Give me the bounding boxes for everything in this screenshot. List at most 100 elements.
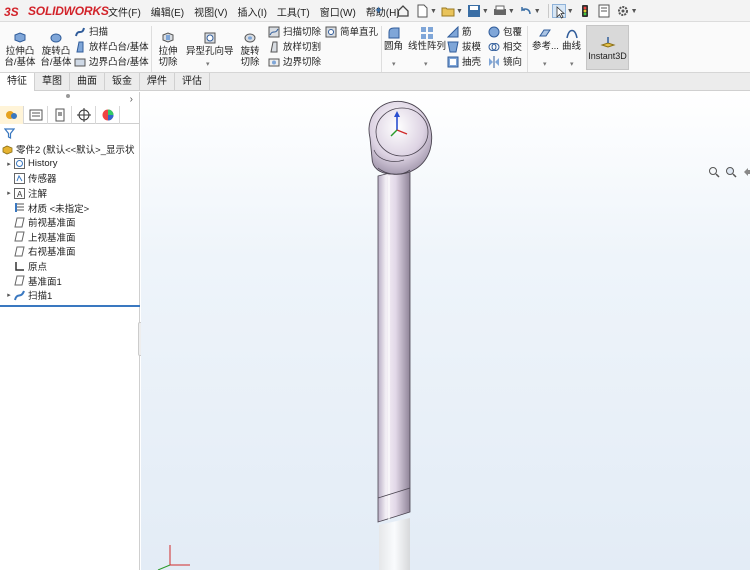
hole-wizard-button[interactable]: 异型孔向导 <box>186 31 234 57</box>
tab-sketch[interactable]: 草图 <box>35 73 70 91</box>
tab-surfaces[interactable]: 曲面 <box>70 73 105 91</box>
solidworks-logo[interactable]: 3S SOLIDWORKS <box>4 3 109 19</box>
file-properties-icon[interactable] <box>597 4 611 18</box>
tree-item-history[interactable]: ▸ History <box>0 157 140 172</box>
boundary-cut-button[interactable]: 边界切除 <box>268 56 321 68</box>
revolve-cut-icon <box>243 31 257 45</box>
fillet-button[interactable]: 圆角 <box>384 26 403 52</box>
save-dropdown-icon[interactable]: ▼ <box>482 8 489 15</box>
tree-root-part[interactable]: 零件2 (默认<<默认>_显示状 <box>0 142 140 157</box>
print-dropdown-icon[interactable]: ▼ <box>508 8 515 15</box>
part-icon <box>2 144 13 155</box>
print-icon[interactable] <box>493 4 507 18</box>
fillet-dropdown-icon[interactable]: ▾ <box>392 60 396 68</box>
instant3d-button[interactable]: Instant3D <box>586 25 629 70</box>
panel-collapse-handle[interactable] <box>66 94 70 98</box>
tree-item-label: 注解 <box>28 189 48 201</box>
boundary-boss-icon <box>74 56 86 68</box>
menu-window[interactable]: 窗口(W) <box>320 4 356 19</box>
traffic-light-icon[interactable] <box>578 4 592 18</box>
part-model[interactable] <box>141 92 750 570</box>
filter-icon[interactable] <box>3 128 16 142</box>
tree-item-plane1[interactable]: 基准面1 <box>0 273 140 288</box>
swept-cut-icon <box>268 26 280 38</box>
boundary-boss-button[interactable]: 边界凸台/基体 <box>74 56 149 68</box>
dimxpert-tab-icon[interactable] <box>72 106 96 124</box>
tab-sheet-metal[interactable]: 钣金 <box>105 73 140 91</box>
tree-item-top-plane[interactable]: 上视基准面 <box>0 230 140 245</box>
pin-icon[interactable]: ✦ <box>374 4 383 17</box>
rib-label: 筋 <box>462 26 472 38</box>
tree-item-annotations[interactable]: ▸ A 注解 <box>0 186 140 201</box>
simple-hole-button[interactable]: 简单直孔 <box>325 26 378 38</box>
intersect-label: 相交 <box>503 41 523 53</box>
draft-button[interactable]: 拔模 <box>447 41 481 53</box>
curves-dropdown-icon[interactable]: ▾ <box>570 60 574 68</box>
revolve-cut-button[interactable]: 旋转切除 <box>236 31 264 68</box>
tree-item-label: 基准面1 <box>28 276 62 288</box>
extrude-boss-button[interactable]: 拉伸凸台/基体 <box>4 31 36 68</box>
linear-pattern-button[interactable]: 线性阵列 <box>408 26 446 52</box>
menu-tools[interactable]: 工具(T) <box>277 4 310 19</box>
sweep-button[interactable]: 扫描 <box>74 26 108 38</box>
menu-insert[interactable]: 插入(I) <box>237 4 266 19</box>
tree-item-sensors[interactable]: 传感器 <box>0 171 140 186</box>
zoom-to-fit-icon[interactable] <box>708 166 720 178</box>
hole-wizard-dropdown-icon[interactable]: ▾ <box>206 60 210 68</box>
zoom-to-area-icon[interactable] <box>725 166 737 178</box>
options-gear-icon[interactable] <box>616 4 630 18</box>
reference-dropdown-icon[interactable]: ▾ <box>543 60 547 68</box>
configuration-manager-tab-icon[interactable] <box>48 106 72 124</box>
tree-root-label: 零件2 (默认<<默认>_显示状 <box>16 145 135 157</box>
menu-view[interactable]: 视图(V) <box>194 4 227 19</box>
lofted-cut-button[interactable]: 放样切割 <box>268 41 321 53</box>
expand-arrow-icon[interactable]: ▸ <box>4 291 14 299</box>
new-dropdown-icon[interactable]: ▼ <box>430 8 437 15</box>
menu-edit[interactable]: 编辑(E) <box>151 4 184 19</box>
shell-button[interactable]: 抽壳 <box>447 56 481 68</box>
property-manager-tab-icon[interactable] <box>24 106 48 124</box>
new-document-icon[interactable] <box>415 4 429 18</box>
open-folder-icon[interactable] <box>441 4 455 18</box>
plane-icon <box>14 275 25 286</box>
tree-item-origin[interactable]: 原点 <box>0 259 140 274</box>
menu-file[interactable]: 文件(F) <box>108 4 141 19</box>
swept-cut-label: 扫描切除 <box>283 26 322 38</box>
tree-item-right-plane[interactable]: 右视基准面 <box>0 244 140 259</box>
previous-view-icon[interactable] <box>742 166 750 178</box>
sweep-label: 扫描 <box>89 26 109 38</box>
pattern-dropdown-icon[interactable]: ▾ <box>424 60 428 68</box>
select-arrow-icon[interactable] <box>551 4 566 19</box>
revolve-boss-button[interactable]: 旋转凸台/基体 <box>40 31 72 68</box>
reference-geometry-button[interactable]: 参考... <box>532 26 559 52</box>
tree-item-sweep1[interactable]: ▸ 扫描1 <box>0 288 140 303</box>
expand-arrow-icon[interactable]: ▸ <box>4 160 14 168</box>
undo-dropdown-icon[interactable]: ▼ <box>534 8 541 15</box>
tree-item-material[interactable]: 材质 <未指定> <box>0 200 140 215</box>
feature-manager-tab-icon[interactable] <box>0 106 24 124</box>
select-dropdown-icon[interactable]: ▼ <box>567 8 574 15</box>
tab-evaluate[interactable]: 评估 <box>175 73 210 91</box>
loft-boss-button[interactable]: 放样凸台/基体 <box>74 41 149 53</box>
home-icon[interactable] <box>396 4 410 18</box>
display-manager-tab-icon[interactable] <box>96 106 120 124</box>
tab-features[interactable]: 特征 <box>0 73 35 91</box>
tab-weldments[interactable]: 焊件 <box>140 73 175 91</box>
rollback-bar[interactable] <box>0 305 140 307</box>
open-dropdown-icon[interactable]: ▼ <box>456 8 463 15</box>
curves-button[interactable]: 曲线 <box>562 26 581 52</box>
wrap-button[interactable]: 包覆 <box>488 26 522 38</box>
intersect-button[interactable]: 相交 <box>488 41 522 53</box>
wrap-icon <box>488 26 500 38</box>
panel-tabs-more-icon[interactable]: › <box>130 94 133 105</box>
rib-button[interactable]: 筋 <box>446 25 472 38</box>
tree-item-front-plane[interactable]: 前视基准面 <box>0 215 140 230</box>
expand-arrow-icon[interactable]: ▸ <box>4 189 14 197</box>
extrude-cut-button[interactable]: 拉伸切除 <box>154 31 182 68</box>
save-icon[interactable] <box>467 4 481 18</box>
swept-cut-button[interactable]: 扫描切除 <box>268 26 321 38</box>
mirror-button[interactable]: 镜向 <box>488 56 522 68</box>
options-dropdown-icon[interactable]: ▼ <box>631 8 638 15</box>
graphics-area[interactable] <box>141 92 750 570</box>
undo-icon[interactable] <box>519 4 533 18</box>
